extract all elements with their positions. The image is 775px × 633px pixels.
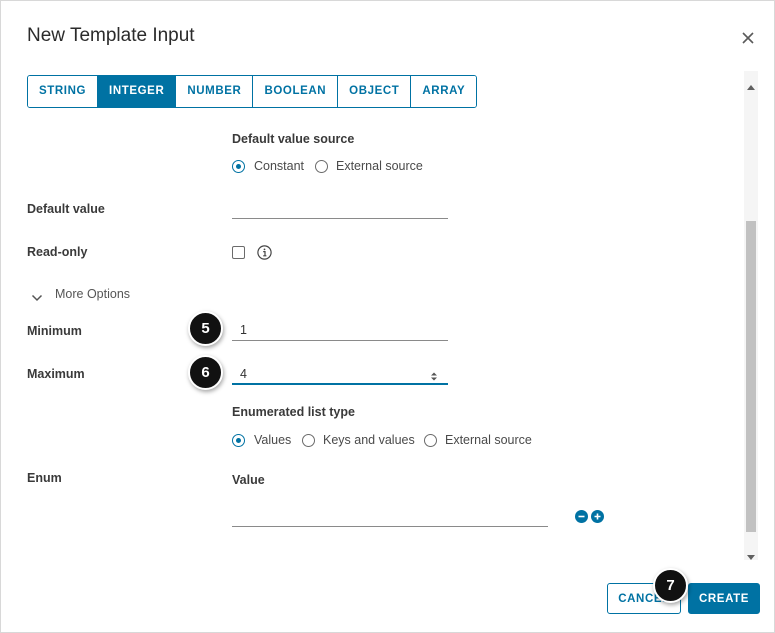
radio-values-label: Values (254, 433, 292, 447)
scrollbar[interactable] (744, 71, 758, 560)
tab-number[interactable]: NUMBER (176, 76, 254, 107)
radio-constant-label: Constant (254, 159, 305, 173)
default-value-label: Default value (27, 202, 105, 216)
scroll-down-arrow-icon[interactable] (747, 548, 755, 560)
enumerated-list-type-label: Enumerated list type (232, 405, 355, 419)
info-icon[interactable] (257, 245, 272, 260)
scrollbar-thumb[interactable] (746, 221, 756, 532)
step-badge-7: 7 (653, 568, 688, 603)
tab-object[interactable]: OBJECT (338, 76, 412, 107)
read-only-label: Read-only (27, 245, 88, 259)
tab-array[interactable]: ARRAY (411, 76, 477, 107)
radio-external-source[interactable] (315, 160, 328, 173)
minimum-label: Minimum (27, 324, 82, 338)
enum-value-header: Value (232, 473, 265, 487)
radio-enum-external-source[interactable] (424, 434, 437, 447)
radio-external-source-label: External source (336, 159, 423, 173)
tab-boolean[interactable]: BOOLEAN (253, 76, 339, 107)
number-spinner-icon[interactable] (430, 369, 438, 381)
more-options-toggle[interactable]: More Options (55, 287, 130, 301)
default-value-input[interactable] (232, 199, 448, 219)
remove-circle-icon[interactable] (575, 510, 588, 523)
add-circle-icon[interactable] (591, 510, 604, 523)
chevron-down-icon[interactable] (31, 290, 43, 302)
tab-integer[interactable]: INTEGER (98, 76, 177, 107)
new-template-input-dialog: New Template Input STRING INTEGER NUMBER… (0, 0, 775, 633)
dialog-title: New Template Input (27, 25, 195, 46)
radio-constant[interactable] (232, 160, 245, 173)
read-only-checkbox[interactable] (232, 246, 245, 259)
radio-keys-and-values[interactable] (302, 434, 315, 447)
radio-values[interactable] (232, 434, 245, 447)
default-value-source-label: Default value source (232, 132, 355, 146)
enum-value-input[interactable] (232, 507, 548, 527)
type-tabs: STRING INTEGER NUMBER BOOLEAN OBJECT ARR… (27, 75, 478, 108)
scroll-up-arrow-icon[interactable] (747, 77, 755, 90)
maximum-label: Maximum (27, 367, 85, 381)
close-icon[interactable] (738, 28, 758, 48)
radio-keys-and-values-label: Keys and values (323, 433, 415, 447)
minimum-input[interactable]: 1 (232, 321, 448, 341)
step-badge-6: 6 (188, 355, 223, 390)
maximum-input[interactable]: 4 (232, 365, 448, 385)
create-button[interactable]: CREATE (688, 583, 760, 614)
step-badge-5: 5 (188, 311, 223, 346)
radio-enum-external-source-label: External source (445, 433, 532, 447)
enum-label: Enum (27, 471, 62, 485)
tab-string[interactable]: STRING (28, 76, 99, 107)
